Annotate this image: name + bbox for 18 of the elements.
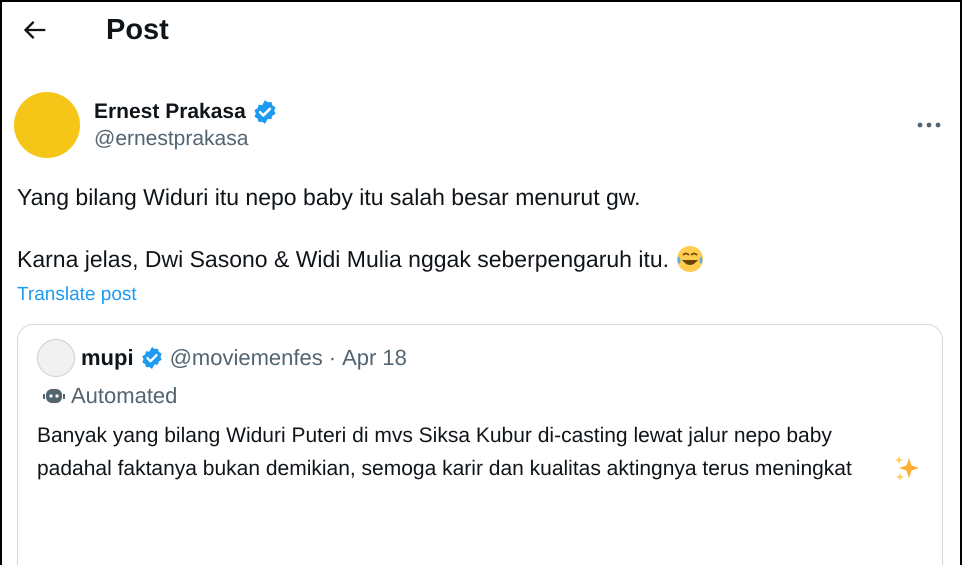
sparkles-icon	[893, 454, 921, 482]
quoted-avatar	[37, 339, 75, 377]
quoted-post-date: Apr 18	[342, 345, 407, 371]
quoted-post-card[interactable]	[17, 324, 943, 565]
post-text: Karna jelas, Dwi Sasono & Widi Mulia nggak seberpengaruh itu.	[17, 245, 670, 274]
author-handle[interactable]: @ernestprakasa	[94, 127, 898, 151]
verified-badge-icon	[140, 346, 164, 370]
author-name[interactable]: Ernest Prakasa	[94, 100, 246, 124]
more-icon	[916, 121, 942, 129]
automated-label: Automated	[71, 383, 178, 409]
page-title: Post	[106, 14, 169, 46]
quoted-post-text: Banyak yang bilang Widuri Puteri di mvs Siksa Kubur di-casting lewat jalur nepo baby padahal faktanya bukan demikian, semoga karir dan kualitas aktingnya terus meningkat	[37, 423, 853, 482]
post-text: Yang bilang Widuri itu nepo baby itu salah besar menurut gw.	[17, 183, 641, 212]
quoted-author-name: mupi	[81, 345, 134, 371]
separator-dot: ·	[328, 345, 336, 371]
laughing-face-icon	[675, 244, 706, 274]
verified-badge-icon	[252, 99, 278, 125]
quoted-author-handle: @moviemenfes	[170, 345, 323, 371]
